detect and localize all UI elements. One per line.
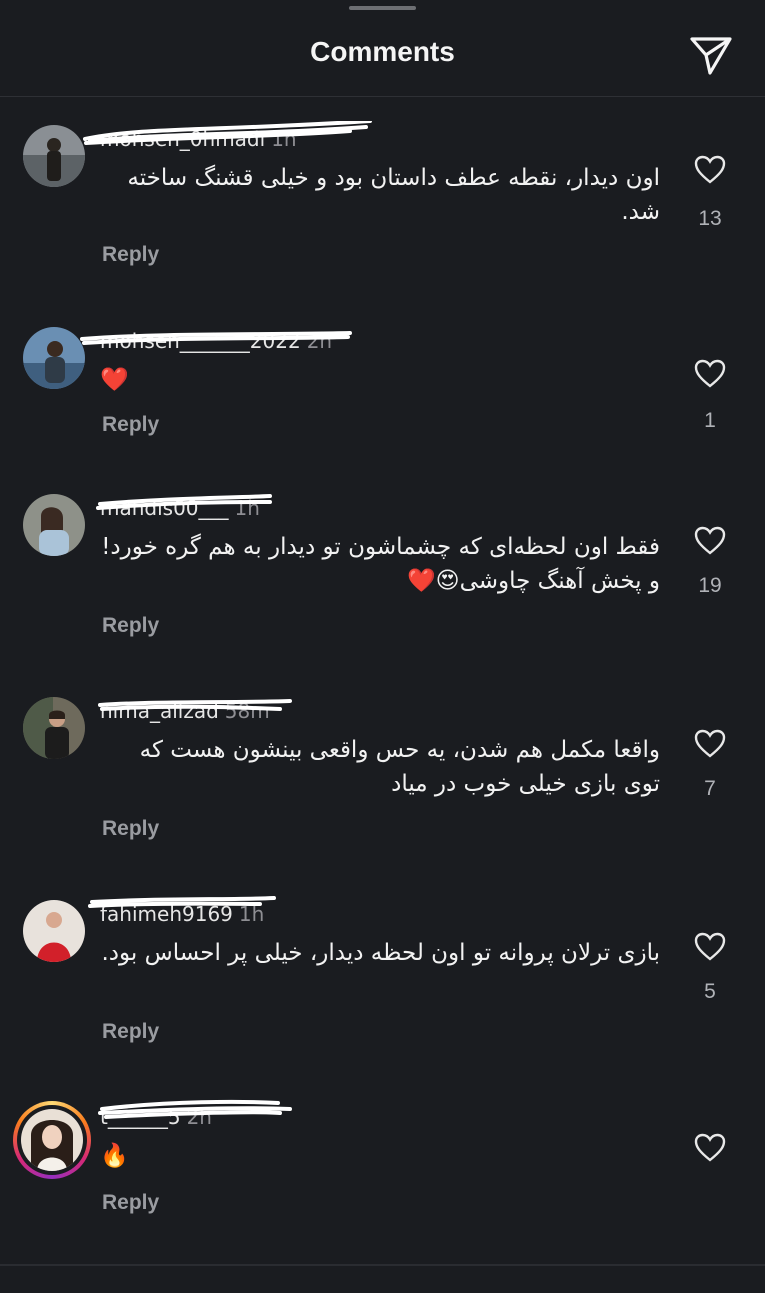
like-count: 1 xyxy=(704,409,716,432)
heart-icon[interactable] xyxy=(693,1131,727,1163)
username[interactable]: fahimeh9169 1h xyxy=(100,902,264,926)
comment-text: اون دیدار، نقطه عطف داستان بود و خیلی قش… xyxy=(127,165,660,225)
avatar xyxy=(21,1109,83,1171)
heart-icon[interactable] xyxy=(693,153,727,185)
reply-button[interactable]: Reply xyxy=(102,1191,159,1215)
username[interactable]: t______5 2h xyxy=(100,1105,212,1129)
story-ring[interactable] xyxy=(13,1101,91,1179)
like-count: 19 xyxy=(698,574,722,597)
comment-text: بازی ترلان پروانه تو اون لحظه دیدار، خیل… xyxy=(101,940,661,966)
comment-item: fahimeh9169 1h بازی ترلان پروانه تو اون ل… xyxy=(0,896,765,1090)
send-icon[interactable] xyxy=(688,31,734,77)
heart-icon[interactable] xyxy=(693,357,727,389)
comment-text: ❤️ xyxy=(100,367,129,393)
heart-icon[interactable] xyxy=(693,930,727,962)
page-title: Comments xyxy=(310,36,455,67)
username[interactable]: nima_alizad 58m xyxy=(100,699,270,723)
comment-item: nima_alizad 58m واقعا مکمل هم شدن، یه حس … xyxy=(0,697,765,887)
comment-text: واقعا مکمل هم شدن، یه حس واقعی بینشون هس… xyxy=(139,737,660,797)
like-count: 7 xyxy=(704,777,716,800)
avatar[interactable] xyxy=(23,327,85,389)
comment-item: mahdis00___ 1h فقط اون لحظه‌ای که چشماشون… xyxy=(0,494,765,684)
reply-button[interactable]: Reply xyxy=(102,413,159,437)
like-count: 13 xyxy=(698,207,722,230)
username[interactable]: mahdis00___ 1h xyxy=(100,496,260,520)
avatar[interactable] xyxy=(23,697,85,759)
heart-icon[interactable] xyxy=(693,727,727,759)
username[interactable]: mohsen_______2022 2h xyxy=(100,329,332,353)
avatar[interactable] xyxy=(23,125,85,187)
bottom-divider xyxy=(0,1264,765,1266)
reply-button[interactable]: Reply xyxy=(102,614,159,638)
heart-icon[interactable] xyxy=(693,524,727,556)
drag-handle[interactable] xyxy=(349,6,416,10)
like-count: 5 xyxy=(704,980,716,1003)
reply-button[interactable]: Reply xyxy=(102,817,159,841)
username[interactable]: mohsen_0hmadi 1h xyxy=(100,127,297,151)
header-divider xyxy=(0,96,765,97)
comment-text: 🔥 xyxy=(100,1143,129,1169)
comment-item: mohsen_0hmadi 1h اون دیدار، نقطه عطف داست… xyxy=(0,121,765,315)
avatar[interactable] xyxy=(23,494,85,556)
reply-button[interactable]: Reply xyxy=(102,1020,159,1044)
comment-item: mohsen_______2022 2h ❤️ Reply 1 xyxy=(0,327,765,517)
comment-text: فقط اون لحظه‌ای که چشماشون تو دیدار به ه… xyxy=(101,534,660,594)
reply-button[interactable]: Reply xyxy=(102,243,159,267)
avatar[interactable] xyxy=(23,900,85,962)
